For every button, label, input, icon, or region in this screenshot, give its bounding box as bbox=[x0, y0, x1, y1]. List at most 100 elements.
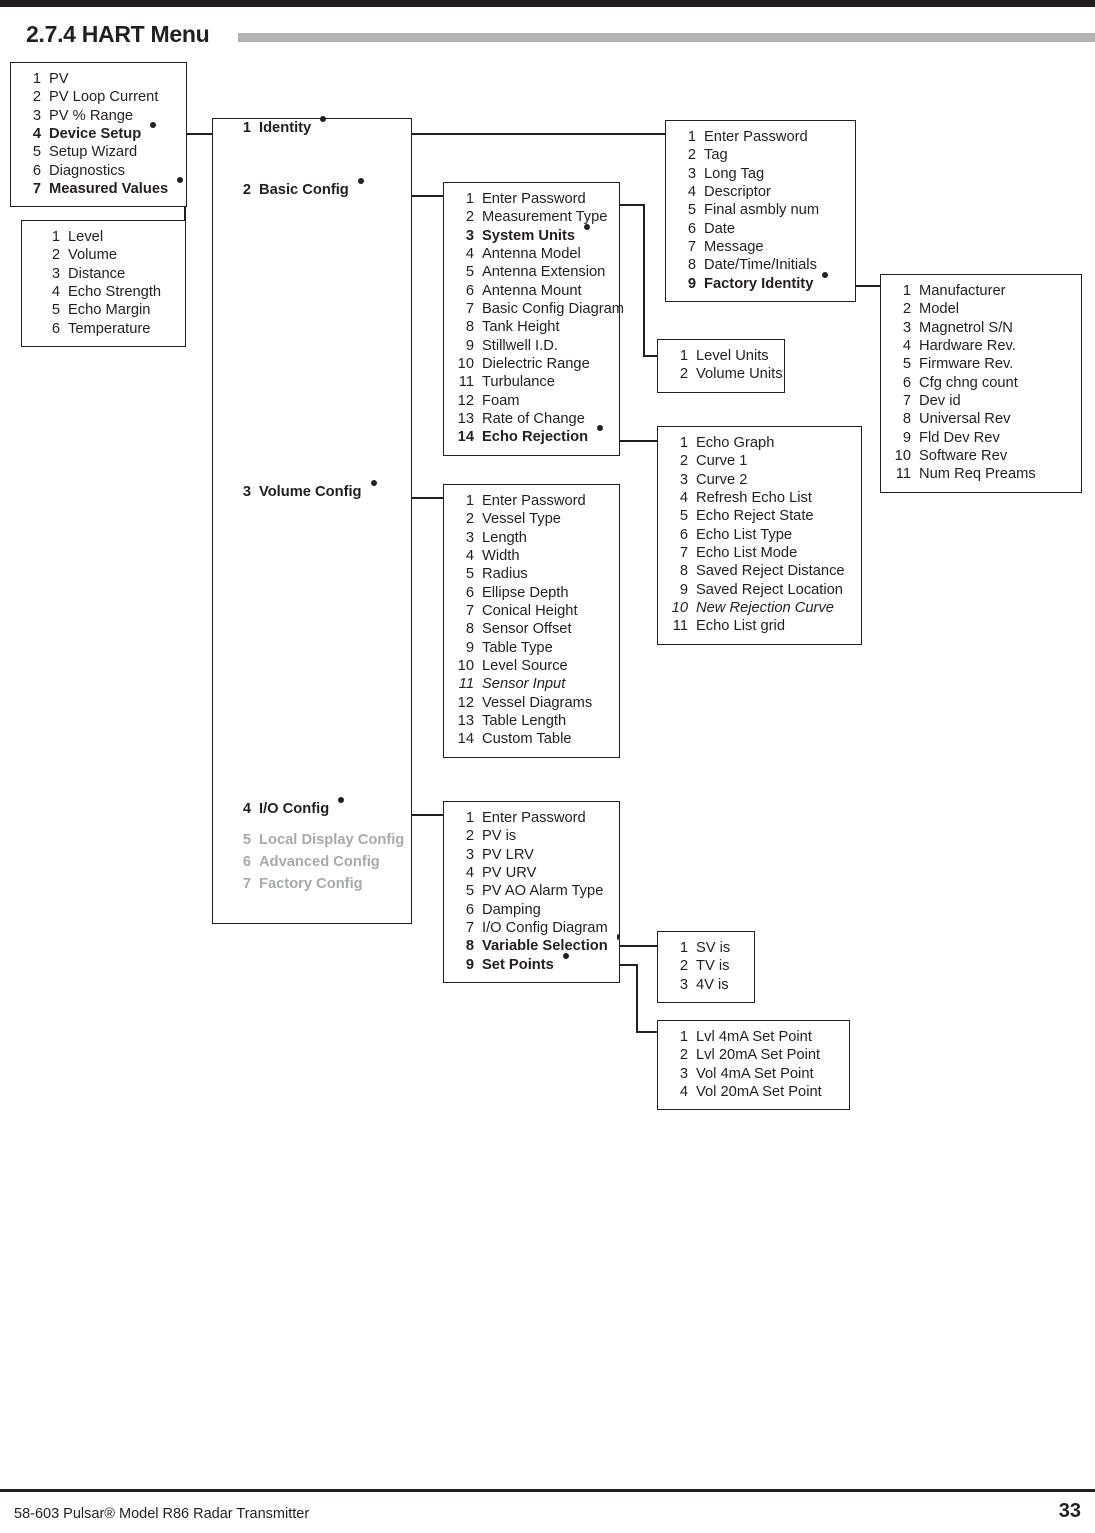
menu-item-volume[interactable]: 2 Volume bbox=[34, 246, 185, 264]
menu-item-dielectric-range[interactable]: 10 Dielectric Range bbox=[448, 355, 619, 373]
connector-bullet-icon bbox=[822, 271, 829, 278]
menu-item-ellipse-depth[interactable]: 6 Ellipse Depth bbox=[448, 584, 619, 602]
menu-item-number: 7 bbox=[32, 181, 41, 198]
menu-item-measurement-type[interactable]: 2 Measurement Type bbox=[448, 208, 619, 226]
menu-item-pv[interactable]: 1 PV bbox=[15, 70, 186, 88]
menu-item-volume-units[interactable]: 2 Volume Units bbox=[662, 365, 784, 383]
menu-item-date-time-initials[interactable]: 8 Date/Time/Initials bbox=[670, 256, 855, 274]
menu-item-level-source[interactable]: 10 Level Source bbox=[448, 657, 619, 675]
menu-item-level-units[interactable]: 1 Level Units bbox=[662, 347, 784, 365]
menu-item-vessel-type[interactable]: 2 Vessel Type bbox=[448, 510, 619, 528]
menu-item-table-type[interactable]: 9 Table Type bbox=[448, 639, 619, 657]
menu-item-pv-is[interactable]: 2 PV is bbox=[448, 827, 619, 845]
menu-item-tag[interactable]: 2 Tag bbox=[670, 146, 855, 164]
menu-item-new-rejection-curve[interactable]: 10 New Rejection Curve bbox=[662, 599, 861, 617]
menu-item-i-o-config-diagram[interactable]: 7 I/O Config Diagram bbox=[448, 919, 619, 937]
menu-item-refresh-echo-list[interactable]: 4 Refresh Echo List bbox=[662, 489, 861, 507]
menu-item-damping[interactable]: 6 Damping bbox=[448, 901, 619, 919]
menu-item-stillwell-i-d[interactable]: 9 Stillwell I.D. bbox=[448, 337, 619, 355]
menu-item-magnetrol-s-n[interactable]: 3 Magnetrol S/N bbox=[885, 319, 1081, 337]
menu-item-vol-4ma-set-point[interactable]: 3 Vol 4mA Set Point bbox=[662, 1065, 849, 1083]
menu-item-message[interactable]: 7 Message bbox=[670, 238, 855, 256]
menu-item-level[interactable]: 1 Level bbox=[34, 228, 185, 246]
menu-item-model[interactable]: 2 Model bbox=[885, 300, 1081, 318]
menu-item-basic-config[interactable]: 2 Basic Config bbox=[225, 178, 364, 199]
menu-item-curve-1[interactable]: 2 Curve 1 bbox=[662, 452, 861, 470]
menu-item-final-asmbly-num[interactable]: 5 Final asmbly num bbox=[670, 201, 855, 219]
menu-item-echo-list-mode[interactable]: 7 Echo List Mode bbox=[662, 544, 861, 562]
menu-item-software-rev[interactable]: 10 Software Rev bbox=[885, 447, 1081, 465]
menu-item-echo-graph[interactable]: 1 Echo Graph bbox=[662, 434, 861, 452]
menu-item-diagnostics[interactable]: 6 Diagnostics bbox=[15, 162, 186, 180]
menu-item-antenna-extension[interactable]: 5 Antenna Extension bbox=[448, 263, 619, 281]
menu-item-pv-lrv[interactable]: 3 PV LRV bbox=[448, 846, 619, 864]
menu-item-device-setup[interactable]: 4 Device Setup bbox=[15, 122, 186, 143]
menu-item-i-o-config[interactable]: 4 I/O Config bbox=[225, 797, 345, 818]
menu-item-curve-2[interactable]: 3 Curve 2 bbox=[662, 471, 861, 489]
menu-item-sensor-offset[interactable]: 8 Sensor Offset bbox=[448, 620, 619, 638]
menu-item-number: 1 bbox=[32, 71, 41, 87]
menu-item-pv-urv[interactable]: 4 PV URV bbox=[448, 864, 619, 882]
menu-item-echo-reject-state[interactable]: 5 Echo Reject State bbox=[662, 507, 861, 525]
menu-item-fld-dev-rev[interactable]: 9 Fld Dev Rev bbox=[885, 429, 1081, 447]
menu-item-sensor-input[interactable]: 11 Sensor Input bbox=[448, 675, 619, 693]
menu-item-saved-reject-distance[interactable]: 8 Saved Reject Distance bbox=[662, 562, 861, 580]
menu-item-rate-of-change[interactable]: 13 Rate of Change bbox=[448, 410, 619, 428]
menu-item-pv-loop-current[interactable]: 2 PV Loop Current bbox=[15, 88, 186, 106]
menu-item-basic-config-diagram[interactable]: 7 Basic Config Diagram bbox=[448, 300, 624, 318]
menu-item-tv-is[interactable]: 2 TV is bbox=[662, 957, 754, 975]
menu-item-distance[interactable]: 3 Distance bbox=[34, 265, 185, 283]
menu-item-identity[interactable]: 1 Identity bbox=[225, 116, 327, 137]
menu-item-turbulance[interactable]: 11 Turbulance bbox=[448, 373, 619, 391]
menu-item-table-length[interactable]: 13 Table Length bbox=[448, 712, 619, 730]
menu-item-universal-rev[interactable]: 8 Universal Rev bbox=[885, 410, 1081, 428]
menu-item-system-units[interactable]: 3 System Units bbox=[448, 223, 619, 245]
menu-item-variable-selection[interactable]: 8 Variable Selection bbox=[448, 934, 619, 955]
menu-item-vol-20ma-set-point[interactable]: 4 Vol 20mA Set Point bbox=[662, 1083, 849, 1101]
menu-item-lvl-4ma-set-point[interactable]: 1 Lvl 4mA Set Point bbox=[662, 1028, 849, 1046]
menu-item-firmware-rev[interactable]: 5 Firmware Rev. bbox=[885, 355, 1081, 373]
menu-item-date[interactable]: 6 Date bbox=[670, 220, 855, 238]
menu-item-tank-height[interactable]: 8 Tank Height bbox=[448, 318, 619, 336]
menu-item-radius[interactable]: 5 Radius bbox=[448, 565, 619, 583]
menu-item-temperature[interactable]: 6 Temperature bbox=[34, 320, 185, 338]
menu-item-echo-margin[interactable]: 5 Echo Margin bbox=[34, 301, 185, 319]
menu-item-echo-list-type[interactable]: 6 Echo List Type bbox=[662, 526, 861, 544]
menu-item-length[interactable]: 3 Length bbox=[448, 529, 619, 547]
menu-item-antenna-mount[interactable]: 6 Antenna Mount bbox=[448, 282, 619, 300]
menu-item-lvl-20ma-set-point[interactable]: 2 Lvl 20mA Set Point bbox=[662, 1046, 849, 1064]
menu-item-4v-is[interactable]: 3 4V is bbox=[662, 976, 754, 994]
menu-item-custom-table[interactable]: 14 Custom Table bbox=[448, 730, 619, 748]
menu-item-echo-rejection[interactable]: 14 Echo Rejection bbox=[448, 425, 619, 446]
menu-item-volume-config[interactable]: 3 Volume Config bbox=[225, 480, 377, 501]
menu-item-foam[interactable]: 12 Foam bbox=[448, 392, 619, 410]
menu-item-echo-list-grid[interactable]: 11 Echo List grid bbox=[662, 617, 861, 635]
menu-item-factory-identity[interactable]: 9 Factory Identity bbox=[670, 271, 855, 293]
menu-item-set-points[interactable]: 9 Set Points bbox=[448, 952, 619, 974]
menu-item-measured-values[interactable]: 7 Measured Values bbox=[15, 177, 186, 198]
menu-item-vessel-diagrams[interactable]: 12 Vessel Diagrams bbox=[448, 694, 619, 712]
menu-item-manufacturer[interactable]: 1 Manufacturer bbox=[885, 282, 1081, 300]
menu-item-cfg-chng-count[interactable]: 6 Cfg chng count bbox=[885, 374, 1081, 392]
menu-item-pv-ao-alarm-type[interactable]: 5 PV AO Alarm Type bbox=[448, 882, 619, 900]
menu-item-enter-password[interactable]: 1 Enter Password bbox=[448, 492, 619, 510]
box-io-config: 1 Enter Password 2 PV is 3 PV LRV 4 PV URV 5 PV A… bbox=[443, 801, 620, 984]
menu-item-setup-wizard[interactable]: 5 Setup Wizard bbox=[15, 143, 186, 161]
menu-item-number: 4 bbox=[32, 126, 41, 143]
menu-item-saved-reject-location[interactable]: 9 Saved Reject Location bbox=[662, 581, 861, 599]
menu-item-long-tag[interactable]: 3 Long Tag bbox=[670, 165, 855, 183]
menu-item-antenna-model[interactable]: 4 Antenna Model bbox=[448, 245, 619, 263]
menu-item-dev-id[interactable]: 7 Dev id bbox=[885, 392, 1081, 410]
menu-item-echo-strength[interactable]: 4 Echo Strength bbox=[34, 283, 185, 301]
menu-item-sv-is[interactable]: 1 SV is bbox=[662, 939, 754, 957]
page-title: 2.7.4 HART Menu bbox=[26, 21, 210, 47]
menu-item-descriptor[interactable]: 4 Descriptor bbox=[670, 183, 855, 201]
menu-item-num-req-preams[interactable]: 11 Num Req Preams bbox=[885, 465, 1081, 483]
menu-item-enter-password[interactable]: 1 Enter Password bbox=[448, 809, 619, 827]
menu-item-width[interactable]: 4 Width bbox=[448, 547, 619, 565]
menu-item-enter-password[interactable]: 1 Enter Password bbox=[670, 128, 855, 146]
menu-item-enter-password[interactable]: 1 Enter Password bbox=[448, 190, 619, 208]
menu-item-hardware-rev[interactable]: 4 Hardware Rev. bbox=[885, 337, 1081, 355]
menu-item-pv-range[interactable]: 3 PV % Range bbox=[15, 107, 186, 125]
menu-item-conical-height[interactable]: 7 Conical Height bbox=[448, 602, 619, 620]
